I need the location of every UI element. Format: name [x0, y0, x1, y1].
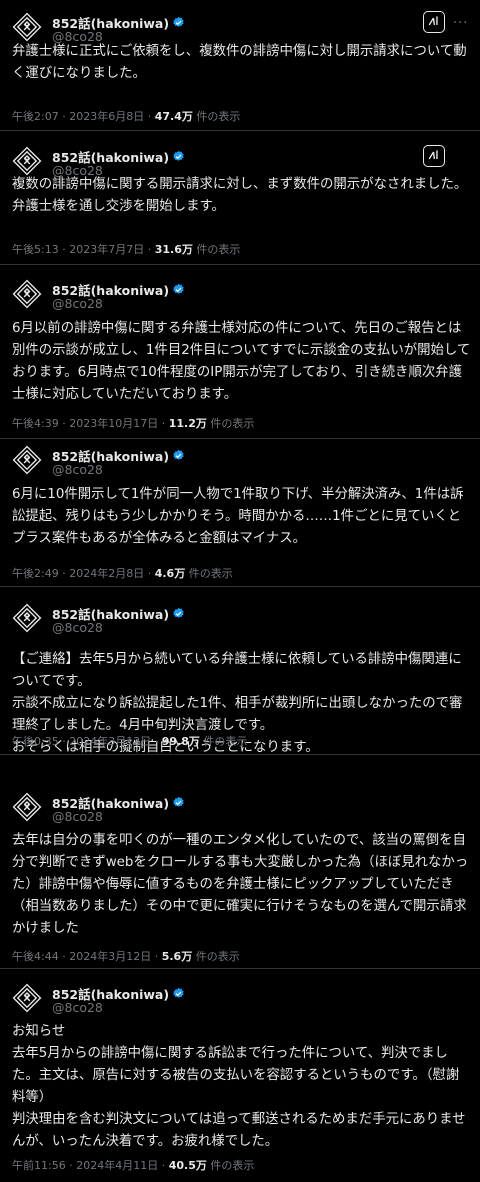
view-count[interactable]: 31.6万	[155, 243, 193, 256]
tweet-time[interactable]: 午後4:44	[12, 950, 59, 963]
tweet-text: 去年は自分の事を叩くのが一種のエンタメ化していたので、該当の罵倒を自分で判断でき…	[12, 833, 469, 936]
view-count[interactable]: 47.4万	[155, 110, 193, 123]
tweet-text: 6月以前の誹謗中傷に関する弁護士様対応の件について、先日のご報告とは別件の示談が…	[12, 321, 471, 402]
views-suffix: 件の表示	[210, 1159, 255, 1172]
tweet-divider	[0, 264, 480, 265]
verified-badge-icon	[173, 16, 184, 27]
grok-icon[interactable]	[423, 11, 445, 33]
author-handle[interactable]: @8co28	[52, 1000, 103, 1015]
tweet-time[interactable]: 午後2:49	[12, 567, 59, 580]
tweet-divider	[0, 586, 480, 587]
meta-dot: ·	[147, 567, 155, 580]
tweet-text: 6月に10件開示して1件が同一人物で1件取り下げ、半分解決済み、1件は訴訟提起、…	[12, 487, 464, 546]
view-count[interactable]: 5.6万	[162, 950, 193, 963]
avatar[interactable]	[12, 603, 42, 633]
tweet-time[interactable]: 午後2:07	[12, 110, 59, 123]
avatar[interactable]	[12, 445, 42, 475]
meta-dot: ·	[161, 417, 169, 430]
avatar[interactable]	[12, 146, 42, 176]
verified-badge-icon	[173, 987, 184, 998]
tweet-text: 弁護士様に正式にご依頼をし、複数件の誹謗中傷に対し開示請求について動く運びになり…	[12, 44, 467, 81]
verified-badge-icon	[173, 449, 184, 460]
views-suffix: 件の表示	[196, 243, 241, 256]
avatar[interactable]	[12, 12, 42, 42]
tweet-date[interactable]: 2023年6月8日	[69, 110, 144, 123]
tweet-date[interactable]: 2024年2月8日	[69, 567, 144, 580]
more-options-icon[interactable]: ···	[453, 16, 468, 31]
tweet-divider	[0, 130, 480, 131]
views-suffix: 件の表示	[195, 950, 240, 963]
avatar[interactable]	[12, 279, 42, 309]
view-count[interactable]: 40.5万	[169, 1159, 207, 1172]
views-suffix: 件の表示	[203, 735, 248, 748]
verified-badge-icon	[173, 796, 184, 807]
tweet-divider	[0, 968, 480, 969]
verified-badge-icon	[173, 283, 184, 294]
tweet-meta: 午後2:49 · 2024年2月8日 · 4.6万 件の表示	[12, 565, 233, 581]
view-count[interactable]: 4.6万	[155, 567, 186, 580]
avatar[interactable]	[12, 792, 42, 822]
meta-dot: ·	[154, 950, 162, 963]
tweet-date[interactable]: 2024年3月12日	[69, 735, 151, 748]
author-handle[interactable]: @8co28	[52, 296, 103, 311]
tweet-time[interactable]: 午後5:13	[12, 243, 59, 256]
tweet-date[interactable]: 2024年4月11日	[76, 1159, 158, 1172]
tweet-meta: 午後2:07 · 2023年6月8日 · 47.4万 件の表示	[12, 108, 240, 124]
view-count[interactable]: 11.2万	[169, 417, 207, 430]
views-suffix: 件の表示	[196, 110, 241, 123]
view-count[interactable]: 99.8万	[162, 735, 200, 748]
meta-dot: ·	[147, 243, 155, 256]
author-handle[interactable]: @8co28	[52, 809, 103, 824]
grok-icon[interactable]	[423, 145, 445, 167]
tweet-time[interactable]: 午後0:35	[12, 735, 59, 748]
tweet-meta: 午前11:56 · 2024年4月11日 · 40.5万 件の表示	[12, 1157, 254, 1173]
tweet-meta: 午後4:39 · 2023年10月17日 · 11.2万 件の表示	[12, 415, 254, 431]
views-suffix: 件の表示	[188, 567, 233, 580]
views-suffix: 件の表示	[210, 417, 255, 430]
meta-dot: ·	[147, 110, 155, 123]
verified-badge-icon	[173, 150, 184, 161]
meta-dot: ·	[161, 1159, 169, 1172]
tweet-time[interactable]: 午後4:39	[12, 417, 59, 430]
tweet-date[interactable]: 2024年3月12日	[69, 950, 151, 963]
tweet-time[interactable]: 午前11:56	[12, 1159, 66, 1172]
tweet-text: 複数の誹謗中傷に関する開示請求に対し、まず数件の開示がなされました。弁護士様を通…	[12, 177, 468, 214]
tweet-date[interactable]: 2023年10月17日	[69, 417, 158, 430]
tweet-text: お知らせ 去年5月からの誹謗中傷に関する訴訟まで行った件について、判決でました。…	[12, 1024, 466, 1149]
meta-dot: ·	[154, 735, 162, 748]
verified-badge-icon	[173, 607, 184, 618]
author-handle[interactable]: @8co28	[52, 462, 103, 477]
tweet-divider	[0, 438, 480, 439]
avatar[interactable]	[12, 983, 42, 1013]
tweet-meta: 午後0:35 · 2024年3月12日 · 99.8万 件の表示	[12, 733, 247, 749]
tweet-divider	[0, 754, 480, 755]
tweet-date[interactable]: 2023年7月7日	[69, 243, 144, 256]
tweet-meta: 午後4:44 · 2024年3月12日 · 5.6万 件の表示	[12, 948, 240, 964]
tweet-meta: 午後5:13 · 2023年7月7日 · 31.6万 件の表示	[12, 241, 240, 257]
author-handle[interactable]: @8co28	[52, 620, 103, 635]
